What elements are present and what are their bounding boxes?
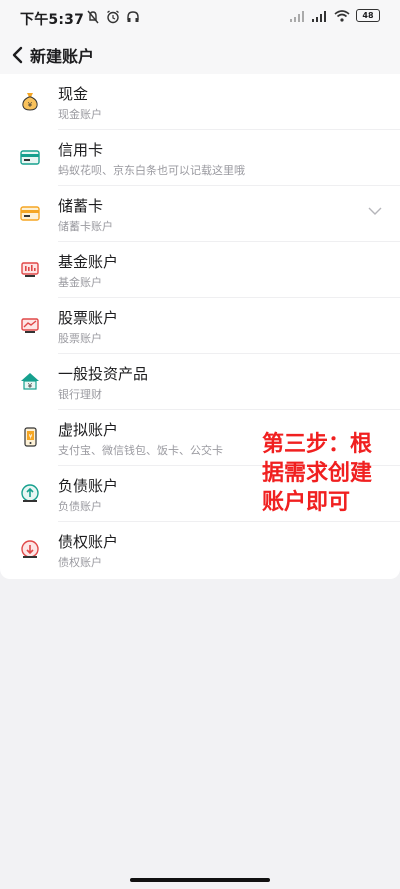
- item-subtitle: 蚂蚁花呗、京东白条也可以记载这里哦: [58, 164, 245, 177]
- step-annotation: 第三步：根据需求创建账户即可: [262, 432, 373, 515]
- claim-icon: [21, 540, 39, 558]
- list-item-investment[interactable]: ¥ 一般投资产品 银行理财: [0, 354, 400, 410]
- signal-hd-icon: [312, 10, 326, 22]
- list-item-fund[interactable]: 基金账户 基金账户: [0, 242, 400, 298]
- stock-chart-icon: [21, 318, 39, 333]
- item-subtitle: 股票账户: [58, 332, 102, 345]
- item-subtitle: 储蓄卡账户: [58, 220, 113, 233]
- item-subtitle: 现金账户: [58, 108, 102, 121]
- wifi-icon: [334, 9, 350, 22]
- svg-text:¥: ¥: [29, 434, 33, 441]
- signal-icon: [290, 10, 304, 22]
- empty-background: [0, 579, 400, 889]
- mute-icon: [87, 10, 99, 24]
- svg-text:¥: ¥: [28, 101, 33, 109]
- item-title: 基金账户: [58, 253, 119, 271]
- item-title: 储蓄卡: [58, 197, 104, 215]
- home-indicator[interactable]: [130, 878, 270, 882]
- svg-text:¥: ¥: [28, 382, 33, 390]
- investment-house-icon: ¥: [21, 373, 39, 390]
- credit-card-icon: [20, 150, 40, 165]
- status-icons-left: [86, 10, 140, 24]
- headset-icon: [127, 11, 139, 22]
- status-time: 下午5:37: [20, 12, 85, 28]
- item-title: 信用卡: [58, 141, 104, 159]
- item-title: 现金: [58, 85, 89, 103]
- item-subtitle: 银行理财: [58, 388, 102, 401]
- nav-bar: 新建账户: [0, 36, 400, 74]
- chevron-left-icon[interactable]: [10, 45, 26, 65]
- item-title: 一般投资产品: [58, 365, 149, 383]
- item-subtitle: 基金账户: [58, 276, 102, 289]
- item-subtitle: 债权账户: [58, 556, 102, 569]
- debit-card-icon: [20, 206, 40, 221]
- phone-wallet-icon: ¥: [24, 427, 37, 447]
- page-title: 新建账户: [30, 47, 95, 66]
- status-icons-right: 48: [290, 9, 380, 22]
- item-title: 负债账户: [58, 477, 119, 495]
- item-subtitle: 负债账户: [58, 500, 102, 513]
- alarm-icon: [107, 10, 119, 24]
- liability-icon: [21, 484, 39, 502]
- list-item-stock[interactable]: 股票账户 股票账户: [0, 298, 400, 354]
- money-bag-icon: ¥: [22, 93, 38, 111]
- list-item-credit-card[interactable]: 信用卡 蚂蚁花呗、京东白条也可以记载这里哦: [0, 130, 400, 186]
- list-item-debit-card[interactable]: 储蓄卡 储蓄卡账户: [0, 186, 400, 242]
- list-item-cash[interactable]: ¥ 现金 现金账户: [0, 74, 400, 130]
- chevron-down-icon[interactable]: [368, 206, 382, 216]
- battery-icon: 48: [356, 9, 380, 22]
- item-title: 股票账户: [58, 309, 119, 327]
- item-title: 虚拟账户: [58, 421, 119, 439]
- fund-icon: [21, 262, 39, 277]
- list-item-claim[interactable]: 债权账户 债权账户: [0, 522, 400, 578]
- item-subtitle: 支付宝、微信钱包、饭卡、公交卡: [58, 444, 223, 457]
- item-title: 债权账户: [58, 533, 119, 551]
- status-bar: 下午5:37 48: [0, 0, 400, 36]
